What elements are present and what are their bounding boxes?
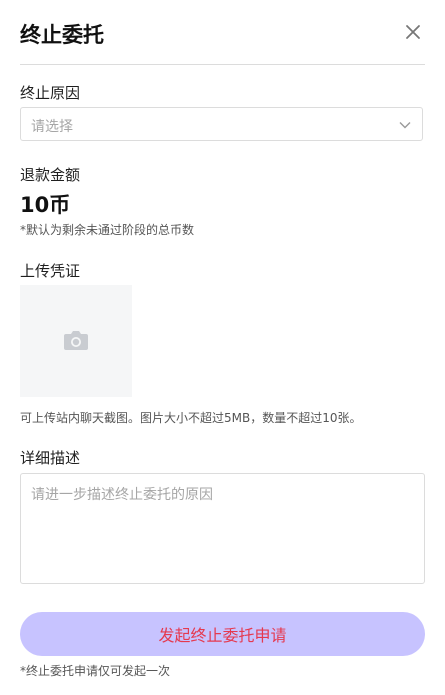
camera-icon xyxy=(64,331,88,350)
refund-label: 退款金额 xyxy=(20,166,81,184)
reason-placeholder: 请选择 xyxy=(31,119,73,135)
submit-button[interactable]: 发起终止委托申请 xyxy=(20,612,425,656)
upload-image-button[interactable] xyxy=(20,285,132,397)
submit-note: *终止委托申请仅可发起一次 xyxy=(20,664,171,678)
reason-label: 终止原因 xyxy=(20,84,81,102)
close-icon[interactable] xyxy=(405,24,421,40)
reason-select[interactable]: 请选择 xyxy=(20,107,423,141)
dialog-header: 终止委托 xyxy=(20,0,425,65)
details-placeholder: 请进一步描述终止委托的原因 xyxy=(31,487,213,503)
details-textarea[interactable]: 请进一步描述终止委托的原因 xyxy=(20,473,425,584)
upload-hint: 可上传站内聊天截图。图片大小不超过5MB，数量不超过10张。 xyxy=(20,411,362,425)
refund-amount: 10币 xyxy=(20,193,71,217)
dialog-title: 终止委托 xyxy=(20,23,104,47)
refund-note: *默认为剩余未通过阶段的总币数 xyxy=(20,223,195,237)
chevron-down-icon xyxy=(399,122,411,129)
proof-label: 上传凭证 xyxy=(20,262,81,280)
details-label: 详细描述 xyxy=(20,449,81,467)
